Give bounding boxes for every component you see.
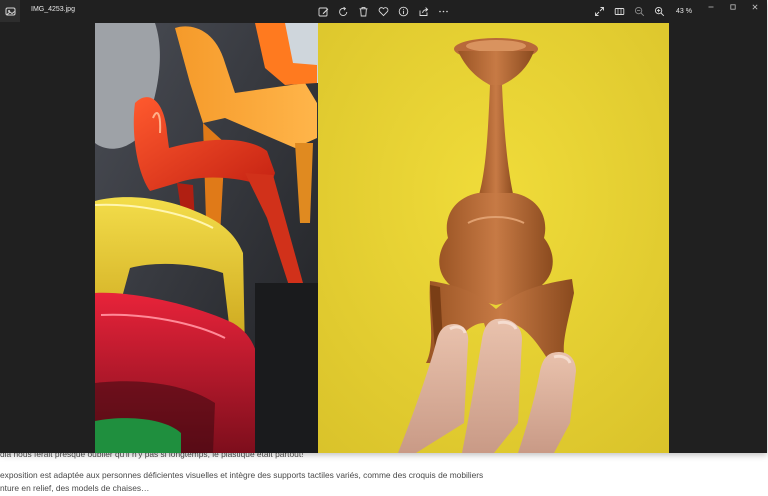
zoom-in-icon[interactable] <box>652 4 666 18</box>
filmstrip-icon[interactable] <box>612 4 626 18</box>
rotate-icon[interactable] <box>336 4 350 18</box>
close-icon[interactable] <box>744 0 766 14</box>
article-text-line: nture en relief, des models de chaises… <box>0 483 150 493</box>
zoom-level[interactable]: 43 % <box>676 8 700 15</box>
minimize-icon[interactable] <box>700 0 722 14</box>
viewer-titlebar: IMG_4253.jpg 43 % <box>0 0 767 22</box>
edit-icon[interactable] <box>316 4 330 18</box>
favorite-icon[interactable] <box>376 4 390 18</box>
maximize-icon[interactable] <box>722 0 744 14</box>
article-text-line: exposition est adaptée aux personnes déf… <box>0 470 484 480</box>
screen: dia nous ferait presque oublier qu'il n'… <box>0 0 768 496</box>
info-icon[interactable] <box>396 4 410 18</box>
photos-app-icon[interactable] <box>0 0 20 22</box>
fullscreen-icon[interactable] <box>592 4 606 18</box>
photo-viewer-window: IMG_4253.jpg 43 % <box>0 0 767 453</box>
more-icon[interactable] <box>436 4 450 18</box>
window-controls <box>700 0 766 14</box>
file-name: IMG_4253.jpg <box>31 6 75 13</box>
view-controls: 43 % <box>592 4 700 18</box>
delete-icon[interactable] <box>356 4 370 18</box>
viewer-toolbar <box>316 4 450 18</box>
share-icon[interactable] <box>416 4 430 18</box>
zoom-out-icon[interactable] <box>632 4 646 18</box>
photo-tactile-sculpture <box>318 23 669 453</box>
photo-plastic-chairs <box>95 23 322 453</box>
image-canvas[interactable] <box>95 23 669 453</box>
